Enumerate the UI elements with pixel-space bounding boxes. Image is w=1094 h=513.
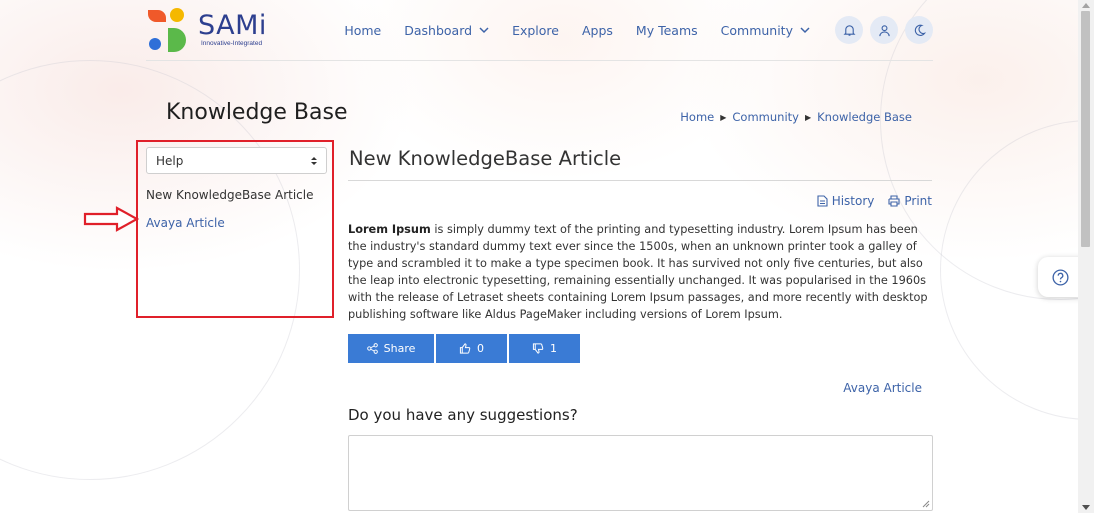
help-float-button[interactable] bbox=[1038, 257, 1082, 297]
chevron-down-icon bbox=[479, 27, 489, 34]
nav-dashboard-label: Dashboard bbox=[404, 22, 473, 38]
nav-my-teams[interactable]: My Teams bbox=[636, 23, 698, 38]
breadcrumb-home[interactable]: Home bbox=[680, 110, 714, 124]
scrollbar-thumb[interactable] bbox=[1081, 11, 1090, 247]
thumbs-up-icon bbox=[459, 343, 471, 354]
breadcrumb-community[interactable]: Community bbox=[732, 110, 799, 124]
related-avaya-article-link[interactable]: Avaya Article bbox=[843, 381, 922, 395]
scroll-down-arrow-icon[interactable] bbox=[1082, 505, 1090, 511]
red-arrow-icon bbox=[83, 206, 139, 232]
nav-home[interactable]: Home bbox=[344, 23, 381, 38]
print-label: Print bbox=[904, 194, 932, 208]
article-button-row: Share 0 1 bbox=[348, 334, 582, 363]
bell-icon bbox=[843, 24, 855, 36]
breadcrumb-separator-icon: ▶ bbox=[804, 112, 812, 122]
sidebar-article-heading[interactable]: New KnowledgeBase Article bbox=[146, 188, 313, 202]
moon-icon bbox=[914, 24, 926, 36]
breadcrumb-separator-icon: ▶ bbox=[720, 112, 727, 122]
category-select-value: Help bbox=[156, 154, 184, 168]
article-actions: History Print bbox=[803, 194, 932, 208]
breadcrumb: Home ▶ Community ▶ Knowledge Base bbox=[680, 110, 912, 124]
notifications-button[interactable] bbox=[835, 16, 863, 44]
history-link[interactable]: History bbox=[817, 194, 875, 208]
profile-button[interactable] bbox=[870, 16, 898, 44]
logo-tagline: Innovative-Integrated bbox=[201, 40, 263, 47]
question-circle-icon bbox=[1051, 268, 1069, 286]
suggestions-heading: Do you have any suggestions? bbox=[348, 406, 578, 424]
article-body: Lorem Ipsum is simply dummy text of the … bbox=[348, 221, 932, 323]
select-arrows-icon bbox=[311, 157, 317, 165]
share-label: Share bbox=[383, 342, 416, 355]
nav-dashboard[interactable]: Dashboard bbox=[404, 23, 489, 38]
article-lead: Lorem Ipsum bbox=[348, 223, 431, 236]
nav-community-label: Community bbox=[720, 22, 793, 38]
chevron-down-icon bbox=[800, 27, 810, 34]
history-label: History bbox=[831, 194, 875, 208]
logo-mark-icon bbox=[148, 8, 186, 52]
dislike-count: 1 bbox=[550, 342, 557, 355]
resize-handle-icon[interactable] bbox=[922, 500, 930, 508]
nav-explore[interactable]: Explore bbox=[512, 23, 559, 38]
article-body-text: is simply dummy text of the printing and… bbox=[348, 223, 928, 321]
nav-apps[interactable]: Apps bbox=[582, 23, 613, 38]
share-button[interactable]: Share bbox=[348, 334, 434, 363]
like-count: 0 bbox=[477, 342, 484, 355]
printer-icon bbox=[888, 195, 900, 207]
page-scrollbar[interactable] bbox=[1078, 0, 1094, 513]
breadcrumb-knowledge-base[interactable]: Knowledge Base bbox=[817, 110, 912, 124]
dislike-button[interactable]: 1 bbox=[509, 334, 580, 363]
suggestions-textarea[interactable] bbox=[348, 435, 933, 511]
sidebar-avaya-article-link[interactable]: Avaya Article bbox=[146, 216, 225, 230]
theme-toggle-button[interactable] bbox=[905, 16, 933, 44]
top-header: SAMi Innovative-Integrated Home Dashboar… bbox=[146, 0, 933, 61]
article-title: New KnowledgeBase Article bbox=[349, 147, 622, 170]
category-select[interactable]: Help bbox=[146, 147, 327, 174]
like-button[interactable]: 0 bbox=[436, 334, 507, 363]
scroll-up-arrow-icon[interactable] bbox=[1082, 2, 1090, 8]
main-nav: Home Dashboard Explore Apps My Teams Com… bbox=[321, 14, 933, 46]
page-title: Knowledge Base bbox=[166, 100, 348, 125]
print-link[interactable]: Print bbox=[888, 194, 932, 208]
user-icon bbox=[878, 24, 890, 36]
nav-community[interactable]: Community bbox=[721, 23, 810, 38]
title-divider bbox=[348, 180, 932, 181]
sami-logo[interactable]: SAMi Innovative-Integrated bbox=[146, 6, 276, 54]
document-icon bbox=[817, 195, 828, 207]
thumbs-down-icon bbox=[532, 343, 544, 354]
sidebar-highlight-box: Help New KnowledgeBase Article Avaya Art… bbox=[136, 140, 334, 318]
logo-wordmark: SAMi bbox=[198, 10, 267, 41]
share-icon bbox=[366, 343, 378, 354]
